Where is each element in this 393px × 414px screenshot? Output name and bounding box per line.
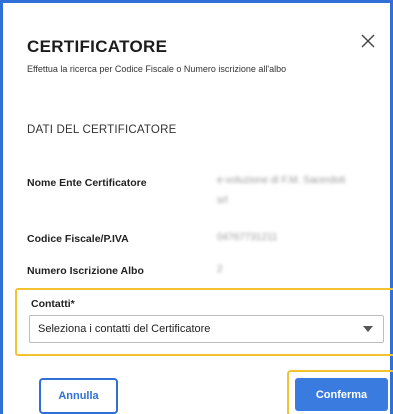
cancel-button[interactable]: Annulla [39, 378, 118, 414]
close-button[interactable] [358, 31, 378, 51]
field-value-numero-albo: 2 [217, 264, 223, 275]
chevron-down-icon [363, 326, 373, 332]
field-value-nome-ente: e-voluzione di F.M. Sacerdoti srl [217, 171, 367, 211]
section-title: DATI DEL CERTIFICATORE [27, 124, 177, 136]
modal-frame: CERTIFICATORE Effettua la ricerca per Co… [0, 0, 393, 414]
field-label-codice-fiscale: Codice Fiscale/P.IVA [27, 233, 129, 245]
field-label-nome-ente: Nome Ente Certificatore [27, 177, 147, 189]
contacts-label: Contatti* [31, 298, 75, 310]
modal-title: CERTIFICATORE [27, 37, 168, 56]
confirm-button[interactable]: Conferma [295, 378, 388, 411]
certificatore-modal: CERTIFICATORE Effettua la ricerca per Co… [3, 3, 393, 414]
close-icon [361, 34, 375, 48]
contacts-select[interactable]: Seleziona i contatti del Certificatore [29, 315, 384, 343]
contacts-select-value: Seleziona i contatti del Certificatore [38, 323, 211, 335]
modal-subtitle: Effettua la ricerca per Codice Fiscale o… [27, 64, 287, 74]
field-value-nome-ente-line1: e-voluzione di F.M. Sacerdoti [217, 175, 346, 186]
field-value-nome-ente-line2: srl [217, 195, 228, 206]
field-value-codice-fiscale: 04767731211 [217, 232, 278, 243]
field-label-numero-albo: Numero Iscrizione Albo [27, 265, 144, 277]
contacts-highlight: Contatti* Seleziona i contatti del Certi… [15, 288, 393, 356]
confirm-highlight: Conferma [287, 370, 393, 414]
